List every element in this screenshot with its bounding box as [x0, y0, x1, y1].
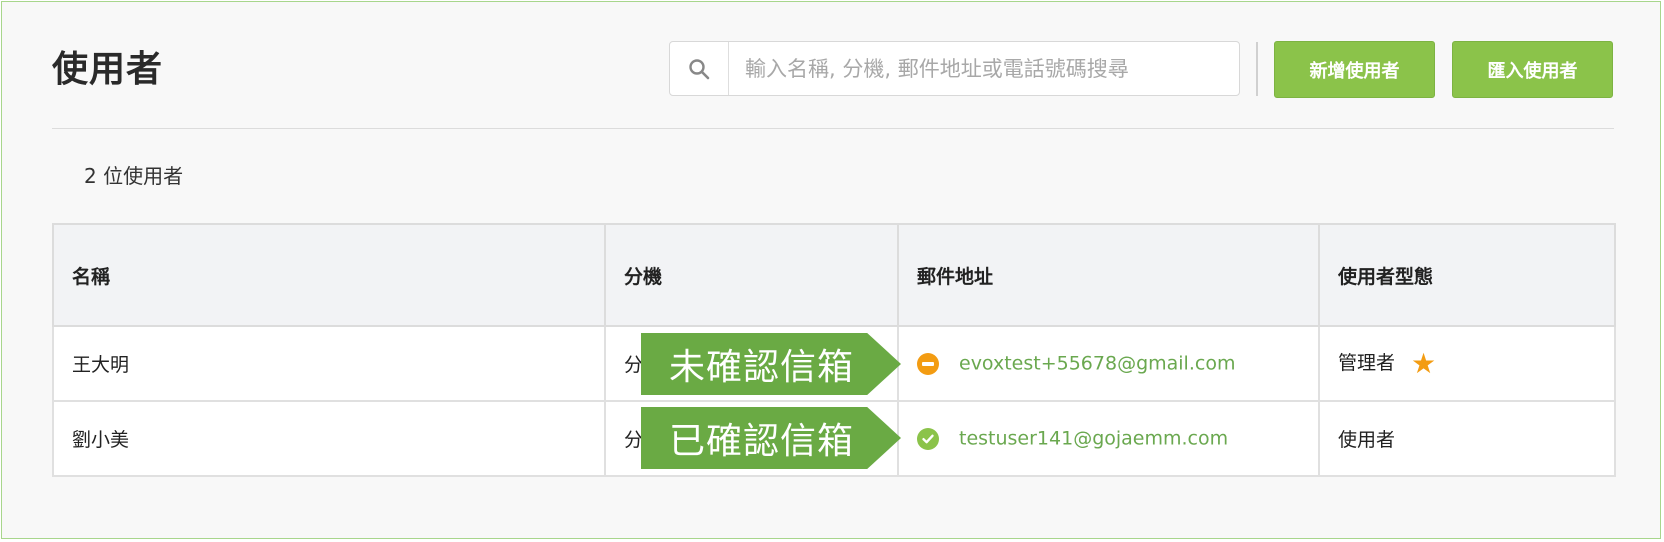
user-type-cell: 管理者 ★ — [1318, 325, 1616, 402]
admin-star-icon: ★ — [1411, 347, 1437, 380]
user-name[interactable]: 王大明 — [52, 325, 606, 402]
verified-email-callout: 已確認信箱 — [641, 407, 901, 469]
user-extension-text: 分 — [624, 429, 644, 451]
user-extension-text: 分 — [624, 354, 644, 376]
unverified-email-icon — [917, 352, 939, 375]
user-name[interactable]: 劉小美 — [52, 400, 606, 477]
column-header-name[interactable]: 名稱 — [52, 223, 606, 327]
search-icon — [670, 42, 729, 95]
import-users-button[interactable]: 匯入使用者 — [1452, 41, 1613, 98]
column-header-email[interactable]: 郵件地址 — [897, 223, 1320, 327]
add-user-button[interactable]: 新增使用者 — [1274, 41, 1435, 98]
toolbar-divider — [1256, 42, 1258, 96]
user-email[interactable]: testuser141@gojaemm.com — [959, 428, 1228, 450]
column-header-user-type[interactable]: 使用者型態 — [1318, 223, 1616, 327]
verified-email-icon — [917, 427, 939, 450]
user-email[interactable]: evoxtest+55678@gmail.com — [959, 353, 1235, 375]
user-type-cell: 使用者 — [1318, 400, 1616, 477]
user-email-cell: evoxtest+55678@gmail.com — [897, 325, 1320, 402]
search-input[interactable] — [729, 42, 1229, 95]
unverified-email-callout: 未確認信箱 — [641, 333, 901, 395]
user-count: 2 位使用者 — [84, 164, 184, 188]
user-email-cell: testuser141@gojaemm.com — [897, 400, 1320, 477]
users-page: 使用者 新增使用者 匯入使用者 2 位使用者 名稱 分機 郵件地址 使用者型態 — [1, 1, 1661, 539]
user-type: 管理者 — [1338, 352, 1396, 374]
user-type: 使用者 — [1338, 429, 1396, 451]
header-divider — [52, 128, 1614, 129]
search-box[interactable] — [669, 41, 1240, 96]
table-header-row: 名稱 分機 郵件地址 使用者型態 — [52, 223, 1616, 327]
column-header-extension[interactable]: 分機 — [604, 223, 899, 327]
page-title: 使用者 — [52, 49, 164, 90]
